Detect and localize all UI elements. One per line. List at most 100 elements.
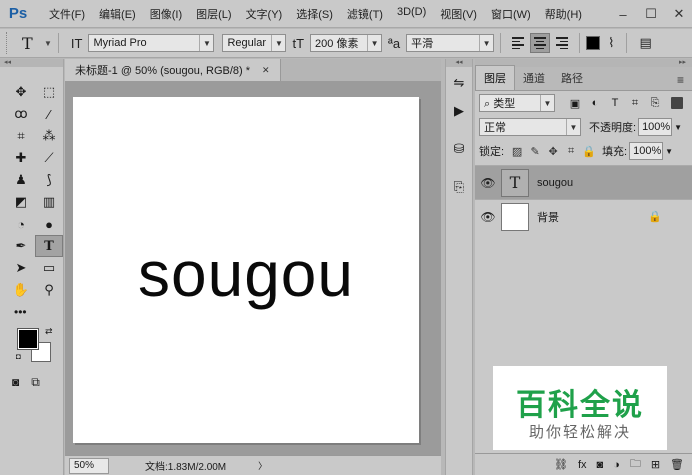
filter-pixel-icon[interactable]: ▣ [565, 97, 585, 110]
adjustment-layer-icon[interactable]: ◑ [613, 459, 620, 471]
menu-filter[interactable]: 滤镜(T) [340, 6, 390, 22]
menu-select[interactable]: 选择(S) [289, 6, 340, 22]
align-center-button[interactable] [530, 33, 551, 53]
magic-wand-tool-icon[interactable]: ⁄ [35, 103, 63, 125]
lock-image-icon[interactable]: ✎ [526, 145, 544, 158]
close-icon[interactable]: ✕ [262, 65, 270, 76]
tab-channels[interactable]: 通道 [515, 66, 553, 90]
zoom-tool-icon[interactable]: ⚲ [35, 279, 63, 301]
chevron-down-icon[interactable]: ▼ [44, 39, 52, 48]
default-colors-icon[interactable]: ◘ [16, 352, 21, 361]
panel-menu-icon[interactable]: ≡ [677, 73, 684, 87]
menu-image[interactable]: 图像(I) [143, 6, 189, 22]
new-layer-icon[interactable]: ⊞ [651, 458, 660, 471]
filter-type-icon[interactable]: T [605, 97, 625, 109]
filter-adjustment-icon[interactable]: ◐ [585, 97, 605, 109]
layer-style-icon[interactable]: fx [578, 459, 587, 471]
eraser-tool-icon[interactable]: ◩ [7, 191, 35, 213]
lock-artboard-icon[interactable]: ⌗ [562, 145, 580, 158]
panel-collapse-icon[interactable]: ◂◂ [0, 59, 63, 67]
canvas[interactable]: sougou [73, 97, 419, 443]
lasso-tool-icon[interactable]: ꝏ [7, 103, 35, 125]
filter-shape-icon[interactable]: ⌗ [625, 97, 645, 110]
filter-smart-object-icon[interactable]: ⎘ [645, 97, 665, 110]
character-panel-icon[interactable]: ▤ [639, 35, 651, 51]
properties-icon[interactable]: ⛁ [446, 137, 472, 161]
lock-transparent-icon[interactable]: ▨ [508, 145, 526, 158]
menu-view[interactable]: 视图(V) [433, 6, 484, 22]
crop-tool-icon[interactable]: ⌗ [7, 125, 35, 147]
layer-name[interactable]: sougou [537, 177, 573, 189]
zoom-field[interactable]: 50% [69, 457, 109, 474]
layer-filter-select[interactable]: ⌕ 类型 ▼ [479, 94, 555, 112]
status-menu-icon[interactable]: 〉 [258, 459, 267, 472]
history-icon[interactable]: ⇋ [446, 71, 472, 95]
layer-row-background[interactable]: 👁 背景 🔒 [475, 199, 692, 233]
more-tools-icon[interactable]: ••• [0, 305, 63, 319]
font-size-select[interactable]: 200 像素 ▼ [310, 34, 383, 52]
font-style-select[interactable]: Regular ▼ [222, 34, 287, 52]
blend-mode-select[interactable]: 正常 ▼ [479, 118, 581, 136]
antialias-select[interactable]: 平滑 ▼ [406, 34, 495, 52]
blur-tool-icon[interactable]: ◔ [7, 213, 35, 235]
type-tool-icon[interactable]: T [35, 235, 63, 257]
menu-file[interactable]: 文件(F) [42, 6, 92, 22]
tab-layers[interactable]: 图层 [475, 65, 515, 90]
canvas-text-layer[interactable]: sougou [73, 237, 419, 311]
clone-stamp-tool-icon[interactable]: ♟ [7, 169, 35, 191]
warp-text-icon[interactable]: ⌇ [608, 35, 614, 51]
text-color-swatch[interactable] [586, 36, 601, 50]
path-selection-tool-icon[interactable]: ➤ [7, 257, 35, 279]
add-mask-icon[interactable]: ◙ [597, 459, 604, 471]
link-layers-icon[interactable]: ⛓ [554, 458, 568, 471]
document-tab[interactable]: 未标题-1 @ 50% (sougou, RGB/8) * ✕ [65, 59, 281, 81]
new-group-icon[interactable]: 🗀 [630, 455, 641, 474]
gradient-tool-icon[interactable]: ▥ [35, 191, 63, 213]
healing-brush-tool-icon[interactable]: ✚ [7, 147, 35, 169]
menu-help[interactable]: 帮助(H) [538, 6, 589, 22]
visibility-eye-icon[interactable]: 👁 [475, 176, 501, 190]
pen-tool-icon[interactable]: ✒ [7, 235, 35, 257]
delete-layer-icon[interactable]: 🗑 [670, 458, 684, 471]
menu-3d[interactable]: 3D(D) [390, 6, 433, 22]
eyedropper-tool-icon[interactable]: ⁂ [35, 125, 63, 147]
menu-type[interactable]: 文字(Y) [239, 6, 290, 22]
lock-all-icon[interactable]: 🔒 [580, 145, 598, 158]
lock-position-icon[interactable]: ✥ [544, 145, 562, 158]
restore-icon[interactable]: ☐ [644, 6, 658, 22]
close-icon[interactable]: ✕ [672, 6, 686, 22]
foreground-color-swatch[interactable] [17, 328, 39, 350]
quick-mask-icon[interactable]: ◙ [12, 375, 19, 390]
opacity-field[interactable]: 100% [638, 118, 673, 136]
history-brush-tool-icon[interactable]: ⟆ [35, 169, 63, 191]
tab-paths[interactable]: 路径 [553, 66, 591, 90]
panel-expand-icon[interactable]: ◂◂ [446, 59, 472, 67]
minimize-icon[interactable]: – [616, 7, 630, 22]
hand-tool-icon[interactable]: ✋ [7, 279, 35, 301]
menu-layer[interactable]: 图层(L) [189, 6, 238, 22]
move-tool-icon[interactable]: ✥ [7, 81, 35, 103]
visibility-eye-icon[interactable]: 👁 [475, 210, 501, 224]
brush-tool-icon[interactable]: ⟋ [35, 147, 63, 169]
dodge-tool-icon[interactable]: ● [35, 213, 63, 235]
actions-play-icon[interactable]: ▶ [446, 99, 472, 123]
align-right-button[interactable] [552, 33, 572, 53]
marquee-tool-icon[interactable]: ⬚ [35, 81, 63, 103]
chevron-down-icon[interactable]: ▼ [674, 123, 682, 132]
options-grip[interactable] [6, 32, 10, 54]
menu-edit[interactable]: 编辑(E) [92, 6, 143, 22]
fill-field[interactable]: 100% [629, 142, 664, 160]
character-icon[interactable]: ⎘ [446, 175, 472, 199]
font-family-select[interactable]: Myriad Pro ▼ [88, 34, 215, 52]
swap-colors-icon[interactable]: ⇄ [45, 326, 53, 337]
filter-toggle[interactable] [671, 97, 683, 109]
menu-window[interactable]: 窗口(W) [484, 6, 538, 22]
layer-row-sougou[interactable]: 👁 T sougou [475, 165, 692, 199]
rectangle-tool-icon[interactable]: ▭ [35, 257, 63, 279]
tool-preset-icon[interactable]: T [22, 34, 42, 53]
screen-mode-icon[interactable]: ⧉ [31, 375, 40, 390]
chevron-down-icon[interactable]: ▼ [665, 147, 673, 156]
align-left-button[interactable] [508, 33, 528, 53]
layer-name[interactable]: 背景 [537, 209, 559, 225]
text-orientation-icon[interactable]: IT [71, 36, 83, 51]
